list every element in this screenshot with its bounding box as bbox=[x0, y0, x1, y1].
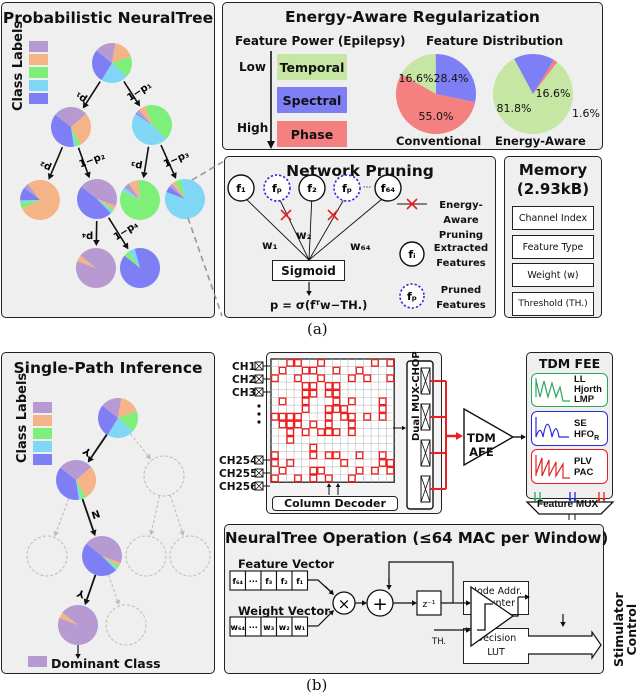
acc-to-comp-arrow-head bbox=[466, 600, 471, 606]
weight-vector-cell-label: w₆₄ bbox=[231, 623, 246, 632]
comp-to-counter-wire bbox=[513, 597, 519, 617]
feature-vector-cell-label: f₆₄ bbox=[233, 577, 244, 586]
add-to-delay-arrow-head bbox=[412, 600, 417, 606]
feature-to-mult-wire bbox=[308, 579, 332, 593]
neuraltree-operation-datapath: f₆₄ ··· f₃ f₂ f₁w₆₄ ··· w₃ w₂ w₁× + z⁻¹ bbox=[229, 561, 602, 660]
mult-to-add-arrow-head bbox=[362, 600, 367, 606]
feedback-arrow-head bbox=[386, 585, 392, 590]
feature-vector-cell-label: f₃ bbox=[265, 577, 272, 586]
weight-vector-cell-label: w₃ bbox=[263, 623, 274, 632]
stimulator-control-label: Stimulator Control bbox=[611, 592, 639, 667]
feature-vector-cell-label: f₁ bbox=[296, 577, 303, 586]
weight-vector-cell-label: w₁ bbox=[294, 623, 305, 632]
add-symbol: + bbox=[372, 594, 387, 615]
threshold-arrow-head bbox=[466, 627, 471, 633]
weight-vector-cell-label: w₂ bbox=[279, 623, 290, 632]
counter-to-lut-arrow-head bbox=[560, 622, 566, 627]
feature-vector-cell-label: ··· bbox=[249, 577, 258, 586]
control-line: Control bbox=[624, 603, 639, 656]
feature-vector-cell-label: f₂ bbox=[281, 577, 288, 586]
delay-symbol: z⁻¹ bbox=[422, 600, 435, 610]
feature-mult-arrow-line bbox=[324, 585, 331, 592]
comparator-triangle bbox=[470, 585, 515, 648]
weight-vector-cell-label: ··· bbox=[249, 623, 258, 632]
weight-mult-arrow-line bbox=[317, 613, 331, 627]
multiply-symbol: × bbox=[338, 595, 351, 613]
caption-b: (b) bbox=[306, 676, 328, 694]
comp-to-counter-arrow-head bbox=[525, 594, 530, 600]
stimulator-output-arrow bbox=[528, 630, 602, 660]
